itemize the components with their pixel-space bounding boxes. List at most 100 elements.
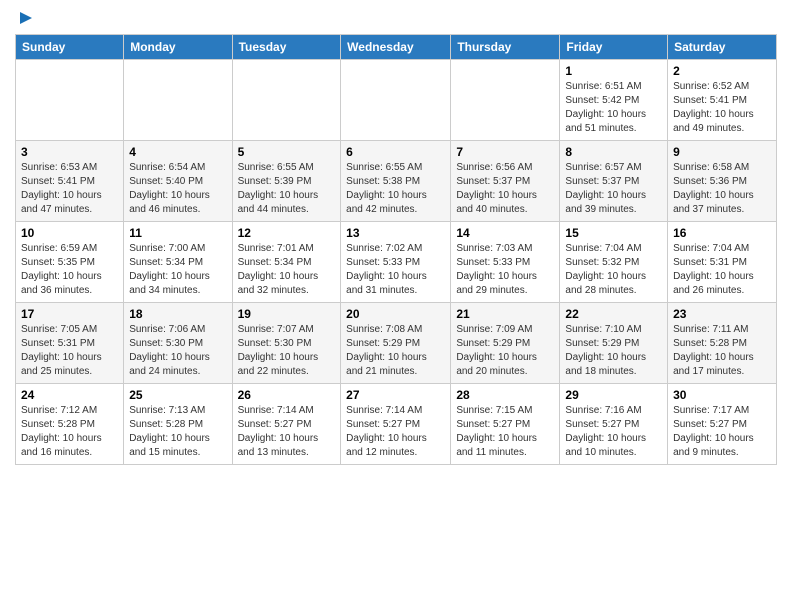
day-info: Sunrise: 7:11 AM Sunset: 5:28 PM Dayligh… (673, 323, 771, 379)
calendar-cell: 26 Sunrise: 7:14 AM Sunset: 5:27 PM Dayli… (232, 384, 341, 465)
day-info: Sunrise: 7:14 AM Sunset: 5:27 PM Dayligh… (238, 404, 336, 460)
calendar-week-row: 1Sunrise: 6:51 AM Sunset: 5:42 PM Daylig… (16, 60, 777, 141)
day-info: Sunrise: 7:10 AM Sunset: 5:29 PM Dayligh… (565, 323, 662, 379)
calendar-cell (124, 60, 232, 141)
day-info: Sunrise: 7:04 AM Sunset: 5:32 PM Dayligh… (565, 242, 662, 298)
calendar-cell: 3 Sunrise: 6:53 AM Sunset: 5:41 PM Daylig… (16, 141, 124, 222)
calendar-cell: 10 Sunrise: 6:59 AM Sunset: 5:35 PM Dayli… (16, 222, 124, 303)
calendar-header-day: Tuesday (232, 35, 341, 60)
calendar-cell: 29 Sunrise: 7:16 AM Sunset: 5:27 PM Dayli… (560, 384, 668, 465)
calendar-cell (232, 60, 341, 141)
day-info: Sunrise: 7:02 AM Sunset: 5:33 PM Dayligh… (346, 242, 445, 298)
calendar-week-row: 3 Sunrise: 6:53 AM Sunset: 5:41 PM Daylig… (16, 141, 777, 222)
day-number: 21 (456, 307, 554, 321)
day-info: Sunrise: 7:16 AM Sunset: 5:27 PM Dayligh… (565, 404, 662, 460)
day-number: 14 (456, 226, 554, 240)
day-info: Sunrise: 6:58 AM Sunset: 5:36 PM Dayligh… (673, 161, 771, 217)
calendar-cell (16, 60, 124, 141)
day-info: Sunrise: 6:52 AM Sunset: 5:41 PM Dayligh… (673, 80, 771, 136)
day-number: 5 (238, 145, 336, 159)
calendar-cell: 28 Sunrise: 7:15 AM Sunset: 5:27 PM Dayli… (451, 384, 560, 465)
day-info: Sunrise: 7:17 AM Sunset: 5:27 PM Dayligh… (673, 404, 771, 460)
day-number: 28 (456, 388, 554, 402)
calendar-cell: 1Sunrise: 6:51 AM Sunset: 5:42 PM Daylig… (560, 60, 668, 141)
calendar-cell: 4 Sunrise: 6:54 AM Sunset: 5:40 PM Daylig… (124, 141, 232, 222)
calendar-cell: 25 Sunrise: 7:13 AM Sunset: 5:28 PM Dayli… (124, 384, 232, 465)
day-number: 30 (673, 388, 771, 402)
day-info: Sunrise: 7:12 AM Sunset: 5:28 PM Dayligh… (21, 404, 118, 460)
day-info: Sunrise: 6:54 AM Sunset: 5:40 PM Dayligh… (129, 161, 226, 217)
day-info: Sunrise: 7:00 AM Sunset: 5:34 PM Dayligh… (129, 242, 226, 298)
day-number: 29 (565, 388, 662, 402)
day-number: 18 (129, 307, 226, 321)
calendar-cell: 30 Sunrise: 7:17 AM Sunset: 5:27 PM Dayli… (668, 384, 777, 465)
calendar-cell (341, 60, 451, 141)
calendar-cell: 13 Sunrise: 7:02 AM Sunset: 5:33 PM Dayli… (341, 222, 451, 303)
day-number: 26 (238, 388, 336, 402)
calendar-cell: 27 Sunrise: 7:14 AM Sunset: 5:27 PM Dayli… (341, 384, 451, 465)
day-number: 8 (565, 145, 662, 159)
calendar-header-day: Monday (124, 35, 232, 60)
day-number: 22 (565, 307, 662, 321)
calendar-cell: 8 Sunrise: 6:57 AM Sunset: 5:37 PM Daylig… (560, 141, 668, 222)
day-info: Sunrise: 6:55 AM Sunset: 5:39 PM Dayligh… (238, 161, 336, 217)
day-number: 19 (238, 307, 336, 321)
logo-triangle-icon (16, 10, 32, 26)
calendar-cell: 23 Sunrise: 7:11 AM Sunset: 5:28 PM Dayli… (668, 303, 777, 384)
day-number: 24 (21, 388, 118, 402)
calendar-cell: 11Sunrise: 7:00 AM Sunset: 5:34 PM Dayli… (124, 222, 232, 303)
day-number: 20 (346, 307, 445, 321)
calendar-table: SundayMondayTuesdayWednesdayThursdayFrid… (15, 34, 777, 465)
calendar-header-day: Thursday (451, 35, 560, 60)
calendar-cell: 12Sunrise: 7:01 AM Sunset: 5:34 PM Dayli… (232, 222, 341, 303)
calendar-cell: 21Sunrise: 7:09 AM Sunset: 5:29 PM Dayli… (451, 303, 560, 384)
calendar-cell: 19 Sunrise: 7:07 AM Sunset: 5:30 PM Dayli… (232, 303, 341, 384)
calendar-cell (451, 60, 560, 141)
calendar-cell: 5 Sunrise: 6:55 AM Sunset: 5:39 PM Daylig… (232, 141, 341, 222)
day-info: Sunrise: 7:04 AM Sunset: 5:31 PM Dayligh… (673, 242, 771, 298)
calendar-header-row: SundayMondayTuesdayWednesdayThursdayFrid… (16, 35, 777, 60)
calendar-week-row: 10 Sunrise: 6:59 AM Sunset: 5:35 PM Dayli… (16, 222, 777, 303)
calendar-header-day: Wednesday (341, 35, 451, 60)
day-info: Sunrise: 6:53 AM Sunset: 5:41 PM Dayligh… (21, 161, 118, 217)
calendar-header-day: Saturday (668, 35, 777, 60)
day-number: 15 (565, 226, 662, 240)
calendar-cell: 2 Sunrise: 6:52 AM Sunset: 5:41 PM Daylig… (668, 60, 777, 141)
day-number: 25 (129, 388, 226, 402)
day-info: Sunrise: 7:05 AM Sunset: 5:31 PM Dayligh… (21, 323, 118, 379)
day-number: 17 (21, 307, 118, 321)
day-info: Sunrise: 6:55 AM Sunset: 5:38 PM Dayligh… (346, 161, 445, 217)
day-number: 6 (346, 145, 445, 159)
day-number: 7 (456, 145, 554, 159)
calendar-cell: 9Sunrise: 6:58 AM Sunset: 5:36 PM Daylig… (668, 141, 777, 222)
day-info: Sunrise: 6:57 AM Sunset: 5:37 PM Dayligh… (565, 161, 662, 217)
day-info: Sunrise: 7:08 AM Sunset: 5:29 PM Dayligh… (346, 323, 445, 379)
day-info: Sunrise: 7:14 AM Sunset: 5:27 PM Dayligh… (346, 404, 445, 460)
logo (15, 10, 32, 26)
day-number: 13 (346, 226, 445, 240)
calendar-cell: 16Sunrise: 7:04 AM Sunset: 5:31 PM Dayli… (668, 222, 777, 303)
calendar-header-day: Friday (560, 35, 668, 60)
day-number: 23 (673, 307, 771, 321)
day-info: Sunrise: 7:03 AM Sunset: 5:33 PM Dayligh… (456, 242, 554, 298)
day-info: Sunrise: 6:59 AM Sunset: 5:35 PM Dayligh… (21, 242, 118, 298)
calendar-cell: 7 Sunrise: 6:56 AM Sunset: 5:37 PM Daylig… (451, 141, 560, 222)
day-number: 27 (346, 388, 445, 402)
day-number: 10 (21, 226, 118, 240)
calendar-cell: 14 Sunrise: 7:03 AM Sunset: 5:33 PM Dayli… (451, 222, 560, 303)
day-number: 3 (21, 145, 118, 159)
day-info: Sunrise: 7:13 AM Sunset: 5:28 PM Dayligh… (129, 404, 226, 460)
calendar-cell: 18 Sunrise: 7:06 AM Sunset: 5:30 PM Dayli… (124, 303, 232, 384)
calendar-cell: 15 Sunrise: 7:04 AM Sunset: 5:32 PM Dayli… (560, 222, 668, 303)
day-info: Sunrise: 7:01 AM Sunset: 5:34 PM Dayligh… (238, 242, 336, 298)
day-number: 2 (673, 64, 771, 78)
day-info: Sunrise: 7:07 AM Sunset: 5:30 PM Dayligh… (238, 323, 336, 379)
day-number: 4 (129, 145, 226, 159)
calendar-cell: 20 Sunrise: 7:08 AM Sunset: 5:29 PM Dayli… (341, 303, 451, 384)
day-info: Sunrise: 7:06 AM Sunset: 5:30 PM Dayligh… (129, 323, 226, 379)
day-info: Sunrise: 6:56 AM Sunset: 5:37 PM Dayligh… (456, 161, 554, 217)
calendar-header-day: Sunday (16, 35, 124, 60)
day-info: Sunrise: 7:15 AM Sunset: 5:27 PM Dayligh… (456, 404, 554, 460)
calendar-week-row: 17 Sunrise: 7:05 AM Sunset: 5:31 PM Dayli… (16, 303, 777, 384)
day-number: 1 (565, 64, 662, 78)
